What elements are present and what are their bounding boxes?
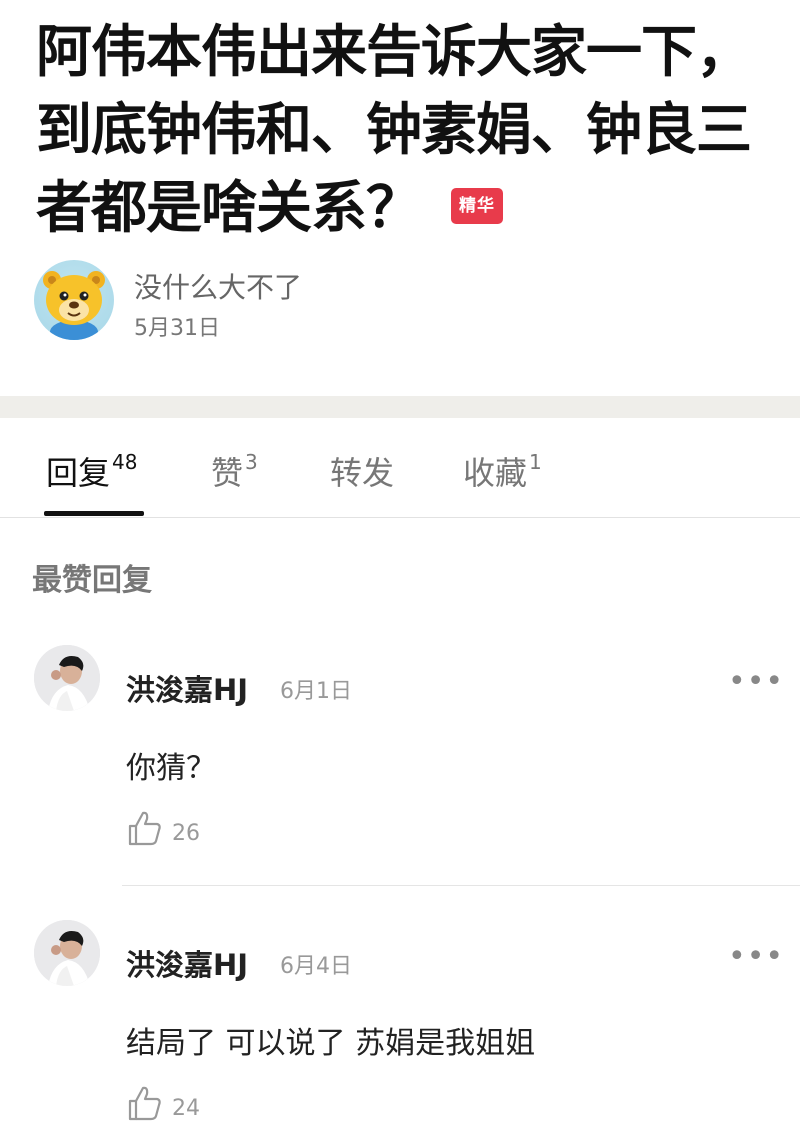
reply-author-name[interactable]: 洪浚嘉HJ <box>126 942 248 984</box>
author-name[interactable]: 没什么大不了 <box>134 266 302 306</box>
like-count: 24 <box>172 1096 200 1121</box>
reply-text: 结局了 可以说了 苏娟是我姐姐 <box>126 1026 536 1061</box>
active-tab-indicator <box>44 511 144 516</box>
featured-badge: 精华 <box>451 187 503 224</box>
reply-date: 6月4日 <box>280 954 352 979</box>
post-date: 5月31日 <box>134 316 220 341</box>
thumbs-up-icon[interactable] <box>128 810 162 846</box>
user-photo-icon <box>34 645 100 711</box>
cartoon-bear-icon <box>43 271 105 340</box>
section-divider <box>0 396 800 418</box>
reply-author-name[interactable]: 洪浚嘉HJ <box>126 667 248 709</box>
post-title: 阿伟本伟出来告诉大家一下，到底钟伟和、钟素娟、钟良三者都是啥关系？ 精华 <box>36 14 776 248</box>
tab-replies[interactable]: 回复 48 <box>46 448 137 494</box>
thumbs-up-icon[interactable] <box>128 1085 162 1121</box>
reply-date: 6月1日 <box>280 679 352 704</box>
section-title: 最赞回复 <box>32 563 152 598</box>
tab-likes-label: 赞 <box>211 454 244 492</box>
tab-likes-count: 3 <box>245 450 258 474</box>
more-options-icon[interactable]: ••• <box>728 667 784 697</box>
avatar[interactable] <box>34 920 100 986</box>
tab-likes[interactable]: 赞3 <box>211 448 258 494</box>
tab-reposts-label: 转发 <box>330 454 395 492</box>
user-photo-icon <box>34 920 100 986</box>
post-title-text: 阿伟本伟出来告诉大家一下，到底钟伟和、钟素娟、钟良三者都是啥关系？ <box>36 20 752 241</box>
tab-favorites[interactable]: 收藏 1 <box>463 448 542 494</box>
tab-replies-label: 回复 <box>46 454 111 492</box>
like-count: 26 <box>172 821 200 846</box>
author-avatar[interactable] <box>34 260 114 340</box>
tab-favorites-label: 收藏 <box>463 454 528 492</box>
tab-replies-count: 48 <box>112 450 138 474</box>
tab-favorites-count: 1 <box>529 450 542 474</box>
reply-divider <box>122 885 800 886</box>
tab-bar: 回复 48 赞3 转发 收藏 1 <box>0 418 800 518</box>
tab-reposts[interactable]: 转发 <box>330 448 394 494</box>
avatar[interactable] <box>34 645 100 711</box>
reply-text: 你猜？ <box>126 751 216 786</box>
more-options-icon[interactable]: ••• <box>728 942 784 972</box>
